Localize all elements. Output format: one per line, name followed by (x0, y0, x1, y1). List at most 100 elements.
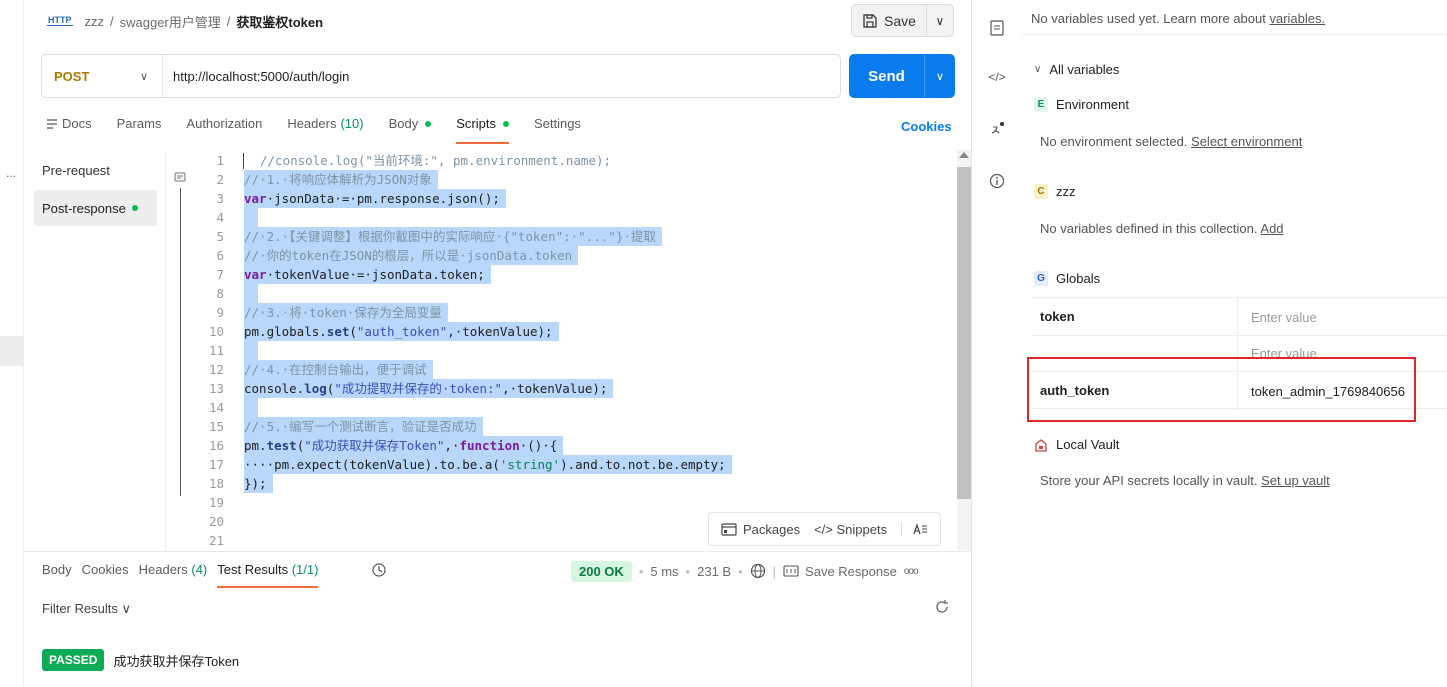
code-line[interactable]: 18}); (166, 474, 958, 493)
code-text[interactable]: pm.globals.set("auth_token",·tokenValue)… (244, 322, 559, 341)
tab-settings[interactable]: Settings (534, 116, 581, 144)
snippets-button[interactable]: </> Snippets (814, 522, 887, 537)
save-options-button[interactable]: ∨ (927, 5, 953, 36)
code-line[interactable]: 7 var·tokenValue·=·jsonData.token; (166, 265, 958, 284)
documentation-icon[interactable] (988, 20, 1006, 39)
left-strip-selected-item[interactable] (0, 336, 24, 366)
variables-learn-link[interactable]: variables. (1269, 11, 1325, 26)
response-size[interactable]: 231 B (697, 564, 731, 579)
code-text[interactable] (244, 341, 258, 360)
code-line[interactable]: 8 (166, 284, 958, 303)
code-text[interactable]: //·2.·【关键调整】根据你截图中的实际响应·{"token":·"..."}… (244, 227, 662, 246)
packages-button[interactable]: Packages (721, 522, 800, 537)
code-line[interactable]: 10 pm.globals.set("auth_token",·tokenValu… (166, 322, 958, 341)
response-tab-cookies[interactable]: Cookies (82, 562, 129, 588)
response-time[interactable]: 5 ms (650, 564, 678, 579)
tab-docs[interactable]: Docs (46, 116, 92, 144)
tab-body[interactable]: Body (389, 116, 432, 144)
code-line[interactable]: 13 console.log("成功提取并保存的·token:",·tokenVa… (166, 379, 958, 398)
add-collection-variable-link[interactable]: Add (1260, 221, 1283, 236)
chevron-down-icon: ∨ (139, 70, 148, 83)
script-tab-post-response[interactable]: Post-response (34, 190, 157, 226)
save-response-button[interactable]: Save Response (783, 564, 897, 579)
editor-scrollbar-thumb[interactable] (957, 167, 971, 499)
code-line[interactable]: 11 (166, 341, 958, 360)
code-line[interactable]: 16 pm.test("成功获取并保存Token",·function·()·{ (166, 436, 958, 455)
code-text[interactable] (244, 493, 252, 512)
code-text[interactable]: }); (244, 474, 273, 493)
method-value: POST (54, 68, 90, 84)
code-line[interactable]: 14 (166, 398, 958, 417)
breadcrumb-folder[interactable]: swagger用户管理 (120, 12, 221, 31)
code-text[interactable]: //·4.·在控制台输出，便于调试 (244, 360, 433, 379)
all-variables-toggle[interactable]: ∨ All variables (1034, 62, 1119, 77)
code-text[interactable]: console.log("成功提取并保存的·token:",·tokenValu… (244, 379, 614, 398)
method-select[interactable]: POST ∨ (42, 55, 163, 97)
code-text[interactable] (244, 208, 258, 227)
code-text[interactable]: ····pm.expect(tokenValue).to.be.a('strin… (244, 455, 732, 474)
code-line[interactable]: 17 ····pm.expect(tokenValue).to.be.a('str… (166, 455, 958, 474)
collection-badge: C (1034, 184, 1048, 199)
code-text[interactable]: //·1.·将响应体解析为JSON对象 (244, 170, 438, 189)
response-tab-headers[interactable]: Headers (4) (139, 562, 208, 588)
globe-icon[interactable] (750, 563, 766, 579)
code-line[interactable]: 9 //·3.·将·token·保存为全局变量 (166, 303, 958, 322)
cookies-link[interactable]: Cookies (901, 119, 952, 134)
code-text[interactable]: var·jsonData·=·pm.response.json(); (244, 189, 506, 208)
more-dots[interactable]: ... (6, 166, 16, 180)
response-tab-test-results[interactable]: Test Results (1/1) (217, 562, 319, 588)
code-line[interactable]: 5 //·2.·【关键调整】根据你截图中的实际响应·{"token":·"..."… (166, 227, 958, 246)
code-text[interactable] (244, 284, 258, 303)
line-number: 18 (208, 476, 224, 491)
code-line[interactable]: 6 //·你的token在JSON的根层，所以是·jsonData.token (166, 246, 958, 265)
breadcrumb-request-name[interactable]: 获取鉴权token (236, 12, 323, 31)
comment-icon[interactable] (174, 172, 186, 187)
global-variable-key[interactable]: token (1040, 309, 1075, 324)
tab-scripts[interactable]: Scripts (456, 116, 509, 144)
code-line[interactable]: 3 var·jsonData·=·pm.response.json(); (166, 189, 958, 208)
global-variable-value[interactable]: Enter value (1237, 298, 1447, 336)
code-line[interactable]: 4 (166, 208, 958, 227)
script-tab-pre-request[interactable]: Pre-request (34, 152, 157, 188)
code-line[interactable]: 19 (166, 493, 958, 512)
code-line[interactable]: 15 //·5.·编写一个测试断言，验证是否成功 (166, 417, 958, 436)
code-line[interactable]: 12 //·4.·在控制台输出，便于调试 (166, 360, 958, 379)
tab-authorization[interactable]: Authorization (186, 116, 262, 144)
breadcrumb-collection[interactable]: zzz (85, 14, 105, 29)
tab-headers[interactable]: Headers (10) (287, 116, 363, 144)
code-text[interactable]: //·3.·将·token·保存为全局变量 (244, 303, 448, 322)
variables-icon[interactable] (988, 121, 1006, 140)
more-options-icon[interactable]: ooo (904, 566, 919, 577)
line-number: 9 (216, 305, 224, 320)
code-icon[interactable]: </> (988, 70, 1006, 84)
tab-params[interactable]: Params (117, 116, 162, 144)
set-up-vault-link[interactable]: Set up vault (1261, 473, 1330, 488)
code-text[interactable]: //console.log("当前环境:", pm.environment.na… (260, 151, 611, 170)
code-text[interactable]: //·5.·编写一个测试断言，验证是否成功 (244, 417, 483, 436)
send-button[interactable]: Send (849, 54, 925, 98)
filter-results-dropdown[interactable]: Filter Results ∨ (42, 601, 131, 617)
code-editor[interactable]: 1 //console.log("当前环境:", pm.environment.n… (166, 150, 958, 550)
line-number: 5 (216, 229, 224, 244)
scroll-up-arrow-icon[interactable] (959, 152, 969, 158)
scripts-sidebar: Pre-request Post-response (34, 152, 157, 228)
code-text[interactable] (244, 398, 258, 417)
code-text[interactable]: pm.test("成功获取并保存Token",·function·()·{ (244, 436, 564, 455)
refresh-icon[interactable] (934, 599, 950, 620)
code-text[interactable]: var·tokenValue·=·jsonData.token; (244, 265, 491, 284)
response-tab-body[interactable]: Body (42, 562, 72, 588)
save-button[interactable]: Save (852, 5, 927, 36)
ai-format-icon[interactable] (901, 522, 928, 536)
code-line[interactable]: 1 //console.log("当前环境:", pm.environment.n… (166, 151, 958, 170)
select-environment-link[interactable]: Select environment (1191, 134, 1302, 149)
code-line[interactable]: 2//·1.·将响应体解析为JSON对象 (166, 170, 958, 189)
info-icon[interactable] (988, 173, 1006, 192)
url-input[interactable]: http://localhost:5000/auth/login (163, 69, 349, 84)
history-icon[interactable] (371, 562, 387, 581)
code-text[interactable] (244, 512, 252, 531)
code-text[interactable]: //·你的token在JSON的根层，所以是·jsonData.token (244, 246, 579, 265)
url-bar: POST ∨ http://localhost:5000/auth/login (41, 54, 841, 98)
status-badge[interactable]: 200 OK (571, 560, 632, 582)
code-text[interactable] (244, 531, 252, 550)
send-options-button[interactable]: ∨ (925, 54, 955, 98)
